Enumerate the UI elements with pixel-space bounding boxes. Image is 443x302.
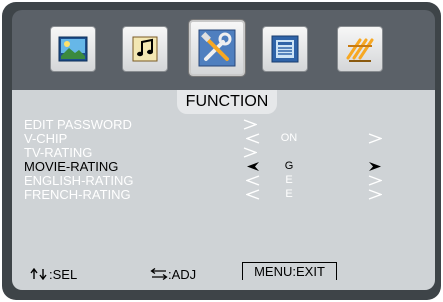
arrow-right-icon[interactable]: [368, 189, 382, 200]
menu-item-english-rating[interactable]: ENGLISH-RATING E: [24, 174, 424, 187]
menu-item-value: E: [285, 188, 293, 200]
menu-item-label: ENGLISH-RATING: [24, 173, 134, 188]
arrow-right-icon: [243, 147, 257, 158]
arrow-right-icon[interactable]: [368, 133, 382, 144]
menu-item-label: EDIT PASSWORD: [24, 117, 132, 132]
adjust-hint: :ADJ: [150, 268, 196, 282]
arrow-right-icon[interactable]: [368, 175, 382, 186]
tab-sound[interactable]: [122, 26, 168, 72]
channel-icon: [346, 38, 374, 62]
setup-icon: [271, 35, 299, 63]
menu-item-value: E: [285, 174, 293, 186]
tab-channel[interactable]: [337, 26, 383, 72]
panel-title: FUNCTION: [177, 90, 277, 114]
tab-setup[interactable]: [262, 26, 308, 72]
menu-tab-bar: [12, 10, 435, 90]
tab-picture[interactable]: [50, 26, 96, 72]
menu-item-value: G: [284, 160, 294, 172]
menu-item-movie-rating[interactable]: MOVIE-RATING G: [24, 160, 424, 173]
tab-function[interactable]: [189, 20, 245, 76]
picture-icon: [58, 36, 88, 62]
up-down-arrow-icon: [30, 267, 47, 281]
sound-icon: [132, 36, 158, 62]
menu-exit-hint: MENU:EXIT: [242, 262, 337, 280]
arrow-right-icon[interactable]: [368, 161, 382, 172]
menu-item-value: ON: [280, 132, 298, 144]
menu-item-label: MOVIE-RATING: [24, 159, 119, 174]
menu-item-label: TV-RATING: [24, 145, 93, 160]
key-hints-bar: :SEL :ADJ: [16, 262, 426, 282]
menu-item-label: FRENCH-RATING: [24, 187, 131, 202]
osd-frame: FUNCTION EDIT PASSWORD V-CHIP ON TV-RATI…: [2, 2, 441, 300]
function-icon: [198, 29, 236, 67]
select-hint: :SEL: [29, 268, 77, 282]
menu-item-french-rating[interactable]: FRENCH-RATING E: [24, 188, 424, 201]
menu-item-v-chip[interactable]: V-CHIP ON: [24, 132, 424, 145]
left-right-arrow-icon: [150, 267, 168, 281]
menu-item-tv-rating[interactable]: TV-RATING: [24, 146, 424, 159]
menu-item-edit-password[interactable]: EDIT PASSWORD: [24, 118, 424, 131]
arrow-right-icon: [243, 119, 257, 130]
menu-item-label: V-CHIP: [24, 131, 68, 146]
